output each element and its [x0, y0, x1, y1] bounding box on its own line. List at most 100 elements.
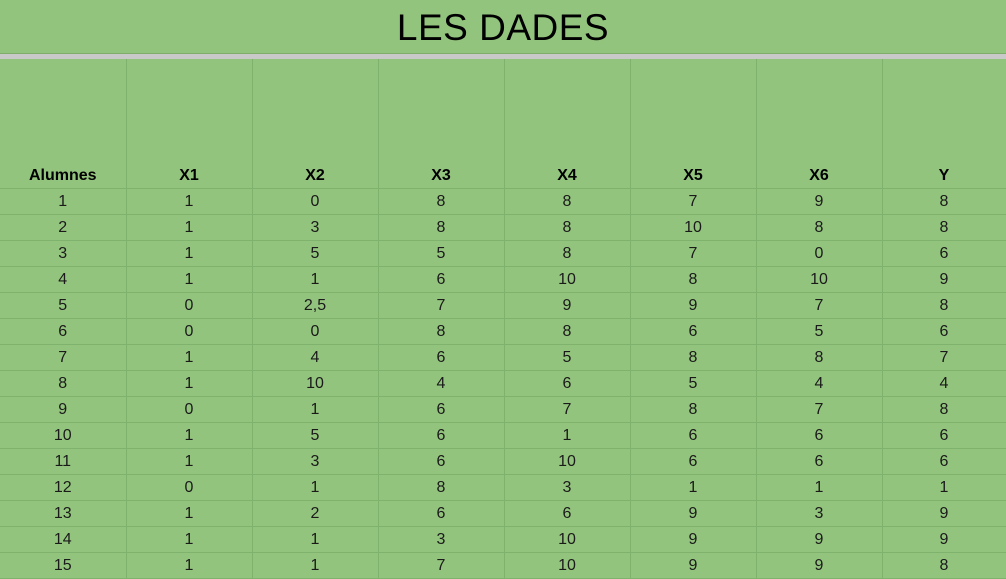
table-cell[interactable]: 6: [0, 318, 127, 345]
table-cell[interactable]: 0: [126, 474, 253, 501]
table-cell[interactable]: 6: [756, 422, 883, 449]
table-cell[interactable]: 6: [378, 266, 505, 293]
table-cell[interactable]: 6: [882, 422, 1006, 449]
table-cell[interactable]: 10: [504, 448, 631, 475]
table-cell[interactable]: 6: [882, 448, 1006, 475]
table-cell[interactable]: 9: [504, 292, 631, 319]
table-cell[interactable]: 3: [378, 526, 505, 553]
table-cell[interactable]: 8: [882, 396, 1006, 423]
table-cell[interactable]: 1: [756, 474, 883, 501]
table-cell[interactable]: 1: [126, 214, 253, 241]
table-cell[interactable]: 8: [0, 370, 127, 397]
table-cell[interactable]: 11: [0, 448, 127, 475]
table-cell[interactable]: 7: [0, 344, 127, 371]
table-cell[interactable]: 10: [0, 422, 127, 449]
table-cell[interactable]: 6: [378, 396, 505, 423]
table-cell[interactable]: 7: [630, 240, 757, 267]
table-cell[interactable]: 1: [126, 370, 253, 397]
table-cell[interactable]: 1: [630, 474, 757, 501]
table-cell[interactable]: 2,5: [252, 292, 379, 319]
table-cell[interactable]: 7: [882, 344, 1006, 371]
table-cell[interactable]: 8: [630, 266, 757, 293]
table-cell[interactable]: 1: [126, 188, 253, 215]
header-cell-x5[interactable]: X5: [630, 59, 757, 189]
table-cell[interactable]: 8: [756, 214, 883, 241]
table-cell[interactable]: 0: [126, 292, 253, 319]
table-cell[interactable]: 6: [882, 318, 1006, 345]
header-cell-y[interactable]: Y: [882, 59, 1006, 189]
table-cell[interactable]: 1: [252, 474, 379, 501]
table-cell[interactable]: 6: [378, 448, 505, 475]
table-cell[interactable]: 5: [252, 422, 379, 449]
table-cell[interactable]: 7: [504, 396, 631, 423]
table-cell[interactable]: 10: [504, 526, 631, 553]
table-cell[interactable]: 1: [252, 396, 379, 423]
table-cell[interactable]: 13: [0, 500, 127, 527]
table-cell[interactable]: 3: [252, 214, 379, 241]
table-cell[interactable]: 8: [378, 474, 505, 501]
table-cell[interactable]: 9: [882, 500, 1006, 527]
table-cell[interactable]: 9: [0, 396, 127, 423]
table-cell[interactable]: 9: [882, 526, 1006, 553]
table-cell[interactable]: 7: [630, 188, 757, 215]
table-cell[interactable]: 9: [882, 266, 1006, 293]
table-cell[interactable]: 8: [882, 188, 1006, 215]
table-cell[interactable]: 14: [0, 526, 127, 553]
header-cell-x6[interactable]: X6: [756, 59, 883, 189]
table-cell[interactable]: 6: [630, 422, 757, 449]
table-cell[interactable]: 1: [126, 422, 253, 449]
table-cell[interactable]: 8: [882, 292, 1006, 319]
table-cell[interactable]: 3: [756, 500, 883, 527]
table-cell[interactable]: 4: [252, 344, 379, 371]
table-cell[interactable]: 1: [126, 266, 253, 293]
header-cell-x2[interactable]: X2: [252, 59, 379, 189]
table-cell[interactable]: 7: [756, 292, 883, 319]
table-cell[interactable]: 1: [126, 240, 253, 267]
table-cell[interactable]: 1: [126, 526, 253, 553]
table-cell[interactable]: 0: [756, 240, 883, 267]
table-cell[interactable]: 10: [756, 266, 883, 293]
table-cell[interactable]: 8: [504, 214, 631, 241]
table-cell[interactable]: 6: [630, 448, 757, 475]
table-cell[interactable]: 1: [504, 422, 631, 449]
table-cell[interactable]: 10: [504, 266, 631, 293]
table-cell[interactable]: 9: [630, 292, 757, 319]
table-cell[interactable]: 0: [252, 318, 379, 345]
table-cell[interactable]: 4: [882, 370, 1006, 397]
table-cell[interactable]: 8: [756, 344, 883, 371]
table-cell[interactable]: 1: [126, 344, 253, 371]
header-cell-x3[interactable]: X3: [378, 59, 505, 189]
table-cell[interactable]: 4: [756, 370, 883, 397]
table-cell[interactable]: 9: [630, 526, 757, 553]
table-cell[interactable]: 6: [504, 500, 631, 527]
table-cell[interactable]: 10: [630, 214, 757, 241]
table-cell[interactable]: 2: [252, 500, 379, 527]
table-cell[interactable]: 8: [630, 344, 757, 371]
table-cell[interactable]: 8: [378, 188, 505, 215]
table-cell[interactable]: 1: [126, 448, 253, 475]
table-cell[interactable]: 7: [378, 292, 505, 319]
table-cell[interactable]: 6: [504, 370, 631, 397]
table-cell[interactable]: 1: [252, 526, 379, 553]
table-cell[interactable]: 5: [756, 318, 883, 345]
table-cell[interactable]: 4: [378, 370, 505, 397]
table-cell[interactable]: 1: [0, 188, 127, 215]
table-cell[interactable]: 8: [504, 318, 631, 345]
table-cell[interactable]: 6: [378, 422, 505, 449]
table-cell[interactable]: 8: [504, 188, 631, 215]
table-cell[interactable]: 9: [630, 500, 757, 527]
table-cell[interactable]: 8: [630, 396, 757, 423]
table-cell[interactable]: 2: [0, 214, 127, 241]
header-cell-alumnes[interactable]: Alumnes: [0, 59, 127, 189]
table-cell[interactable]: 7: [756, 396, 883, 423]
table-cell[interactable]: 5: [0, 292, 127, 319]
table-cell[interactable]: 6: [882, 240, 1006, 267]
table-cell[interactable]: 3: [504, 474, 631, 501]
table-cell[interactable]: 0: [126, 318, 253, 345]
table-cell[interactable]: 3: [0, 240, 127, 267]
table-cell[interactable]: 9: [756, 188, 883, 215]
table-cell[interactable]: 8: [882, 214, 1006, 241]
header-cell-x4[interactable]: X4: [504, 59, 631, 189]
table-cell[interactable]: 3: [252, 448, 379, 475]
table-cell[interactable]: 0: [252, 188, 379, 215]
